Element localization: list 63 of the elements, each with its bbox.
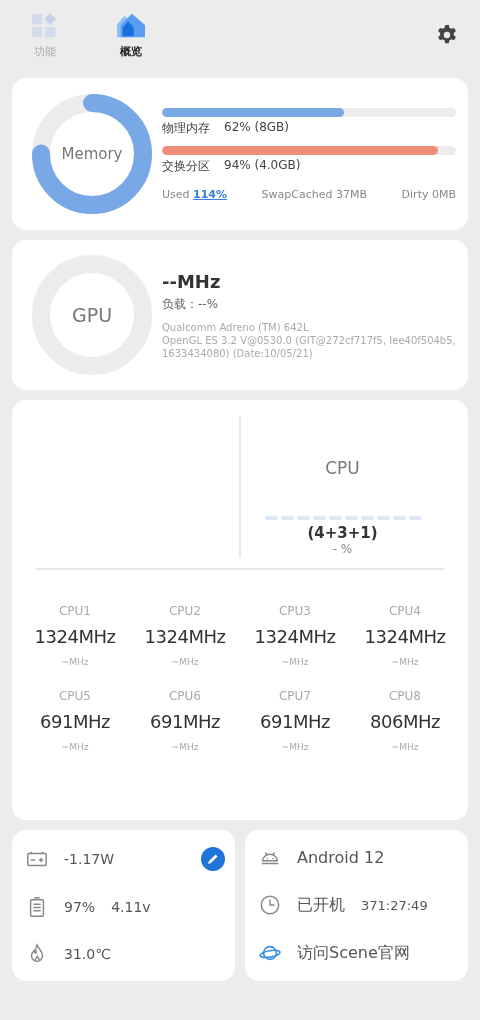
core-frequency: 691MHz (260, 711, 330, 732)
core-name: CPU7 (278, 689, 311, 703)
core-name: CPU3 (278, 604, 311, 618)
load-dash (264, 516, 278, 520)
gpu-load: 负载：--% (162, 295, 220, 313)
cpu-title: CPU (325, 458, 360, 478)
power-value: 97% (64, 898, 96, 915)
core-sub: ~MHz (171, 657, 199, 667)
core-sub: ~MHz (391, 657, 419, 667)
load-dash (344, 516, 358, 520)
settings-icon[interactable] (436, 24, 458, 46)
cpu-cluster: (4+3+1) (307, 524, 378, 542)
bar-reading: 94% (4.0GB) (224, 157, 301, 174)
core-name: CPU2 (168, 604, 201, 618)
core-sub: ~MHz (61, 657, 89, 667)
load-dash (296, 516, 310, 520)
core-sub: ~MHz (171, 742, 199, 752)
cpu-load: - % (332, 542, 353, 556)
memory-stat: Dirty 0MB (401, 187, 456, 201)
core-frequency: 806MHz (370, 711, 440, 732)
edit-icon[interactable] (201, 846, 225, 871)
bar-reading: 62% (8GB) (224, 119, 289, 136)
load-dash (280, 516, 294, 520)
uptime-label: 已开机 (297, 895, 345, 916)
core-sub: ~MHz (391, 742, 419, 752)
bar-label: 交换分区 (162, 157, 211, 175)
load-dash (328, 516, 342, 520)
core-frequency: 1324MHz (254, 626, 336, 647)
core-sub: ~MHz (281, 742, 309, 752)
load-dash (376, 516, 390, 520)
load-dash (392, 516, 406, 520)
power-value: 4.11v (111, 898, 151, 915)
bar-label: 物理内存 (162, 119, 211, 137)
power-value: -1.17W (64, 850, 115, 867)
gpu-renderer: Qualcomm Adreno (TM) 642L (162, 320, 310, 334)
ring-label: Memory (60, 145, 124, 163)
core-frequency: 1324MHz (34, 626, 116, 647)
core-frequency: 1324MHz (144, 626, 226, 647)
core-sub: ~MHz (61, 742, 89, 752)
tab[interactable]: 概览 (110, 11, 152, 59)
core-frequency: 691MHz (150, 711, 220, 732)
core-frequency: 1324MHz (364, 626, 446, 647)
system-value: Android 12 (297, 848, 385, 868)
memory-stat: Used 114% (162, 187, 228, 201)
core-name: CPU1 (58, 604, 91, 618)
memory-stat: SwapCached 37MB (261, 187, 368, 201)
load-dash (312, 516, 326, 520)
system-value: 371:27:49 (361, 898, 428, 913)
core-name: CPU4 (388, 604, 421, 618)
power-value: 31.0℃ (64, 945, 111, 962)
load-dash (408, 516, 421, 520)
core-name: CPU6 (168, 689, 201, 703)
core-frequency: 691MHz (40, 711, 110, 732)
core-name: CPU5 (58, 689, 91, 703)
gpu-frequency: --MHz (162, 270, 222, 292)
load-dash (360, 516, 374, 520)
ring-label: GPU (70, 304, 114, 326)
website-link[interactable]: 访问Scene官网 (297, 942, 410, 964)
clock-icon (259, 894, 281, 917)
core-sub: ~MHz (281, 657, 309, 667)
gpu-version: OpenGL ES 3.2 V@0530.0 (GIT@272cf717f5, Iee40f504b5, 1633434080) (Date:10/05/21) (162, 333, 456, 360)
home-icon (115, 11, 147, 40)
core-name: CPU8 (388, 689, 421, 703)
